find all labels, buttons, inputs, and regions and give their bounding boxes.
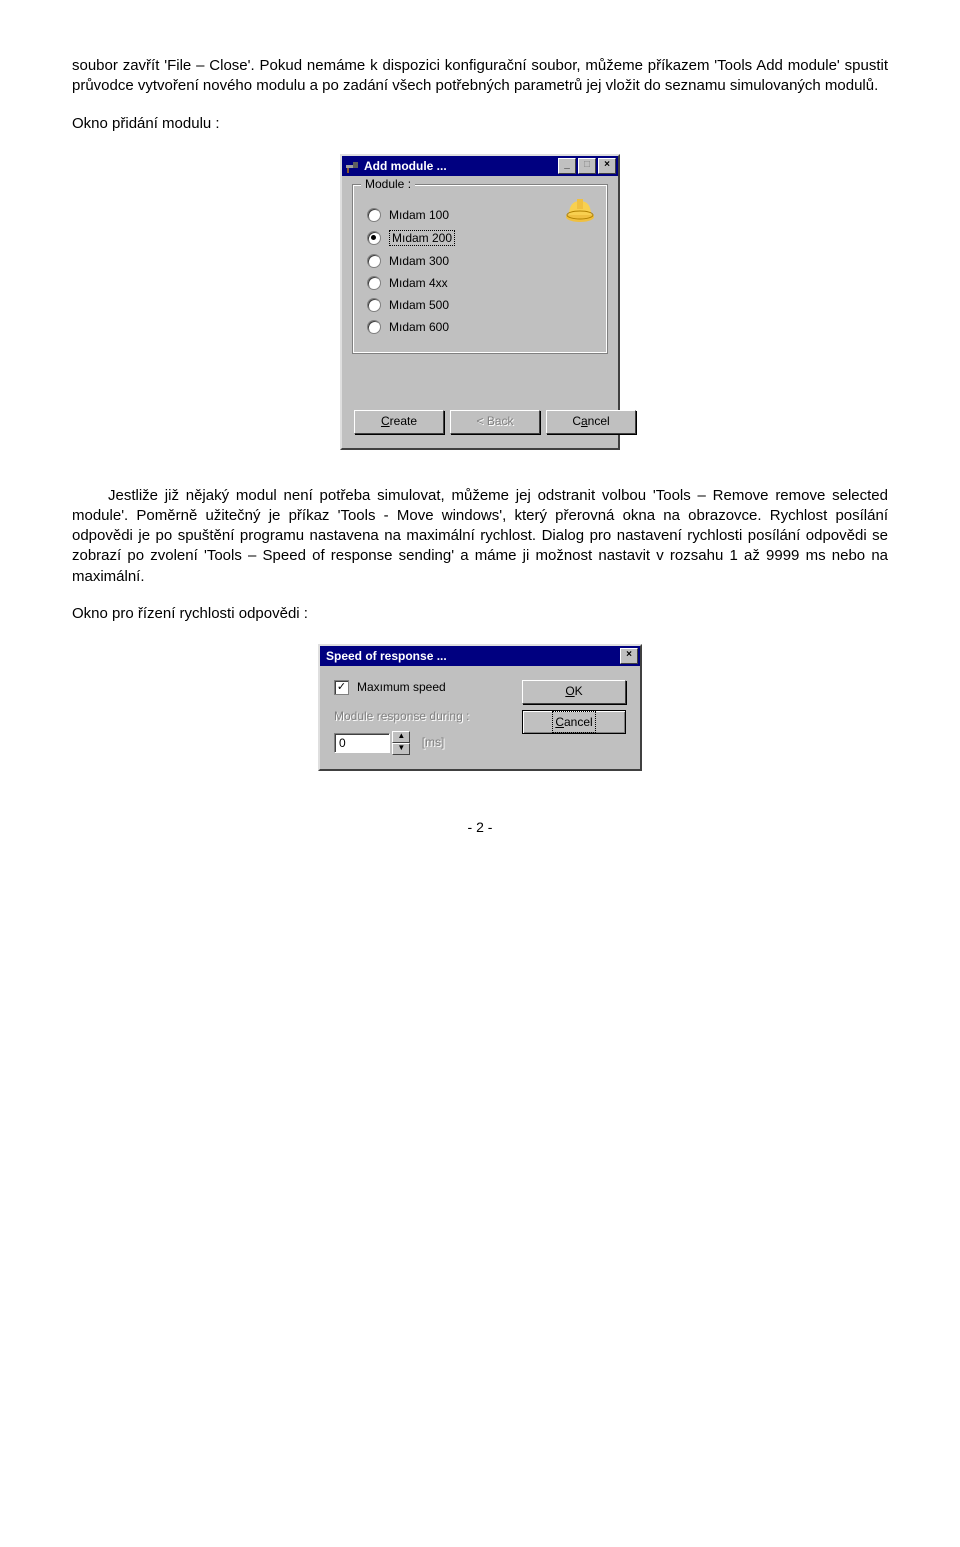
radio-icon [367,231,381,245]
paragraph-1: soubor zavřít 'File – Close'. Pokud nemá… [72,56,888,97]
speed-title: Speed of response ... [322,649,620,663]
radio-icon [367,208,381,222]
radio-label: Mıdam 100 [389,208,449,222]
close-button[interactable]: × [598,158,616,174]
radio-icon [367,276,381,290]
minimize-button[interactable]: _ [558,158,576,174]
unit-label: [ms] [422,735,445,749]
radio-icon [367,254,381,268]
hammer-icon [344,158,360,174]
paragraph-2: Jestliže již nějaký modul není potřeba s… [72,486,888,587]
wizard-hardhat-icon [563,195,597,223]
spin-up-icon[interactable]: ▲ [392,731,410,743]
maximum-speed-checkbox[interactable]: ✓ [334,680,349,695]
radio-midam-100[interactable]: Mıdam 100 [365,205,595,225]
close-button[interactable]: × [620,648,638,664]
label-speed-window: Okno pro řízení rychlosti odpovědi : [72,605,888,622]
back-button: < Back [450,410,540,434]
maximum-speed-label: Maxımum speed [357,680,446,694]
radio-icon [367,320,381,334]
radio-midam-200[interactable]: Mıdam 200 [365,227,595,249]
maximize-button: □ [578,158,596,174]
radio-midam-4xx[interactable]: Mıdam 4xx [365,273,595,293]
radio-midam-300[interactable]: Mıdam 300 [365,251,595,271]
cancel-button[interactable]: Cancel [522,710,626,734]
radio-label: Mıdam 600 [389,320,449,334]
spin-down-icon[interactable]: ▼ [392,743,410,755]
radio-label: Mıdam 200 [389,230,455,246]
add-module-titlebar: Add module ... _ □ × [342,156,618,176]
create-button[interactable]: Create [354,410,444,434]
page-number: - 2 - [72,819,888,835]
speed-dialog: Speed of response ... × ✓ Maxımum speed … [318,644,642,771]
response-during-label: Module response during : [334,709,498,723]
speed-titlebar: Speed of response ... × [320,646,640,666]
label-add-module-window: Okno přidání modulu : [72,115,888,132]
radio-icon [367,298,381,312]
radio-label: Mıdam 4xx [389,276,448,290]
add-module-dialog: Add module ... _ □ × Module : [340,154,620,450]
module-groupbox: Module : Mıdam 100 Mıdam 200 [352,184,608,354]
duration-spinner[interactable]: ▲ ▼ [392,731,410,755]
ok-button[interactable]: OK [522,680,626,704]
radio-label: Mıdam 500 [389,298,449,312]
response-duration-input[interactable]: 0 [334,733,390,753]
radio-midam-600[interactable]: Mıdam 600 [365,317,595,337]
module-group-label: Module : [361,177,415,191]
cancel-button[interactable]: Cancel [546,410,636,434]
radio-midam-500[interactable]: Mıdam 500 [365,295,595,315]
radio-label: Mıdam 300 [389,254,449,268]
add-module-title: Add module ... [364,159,558,173]
